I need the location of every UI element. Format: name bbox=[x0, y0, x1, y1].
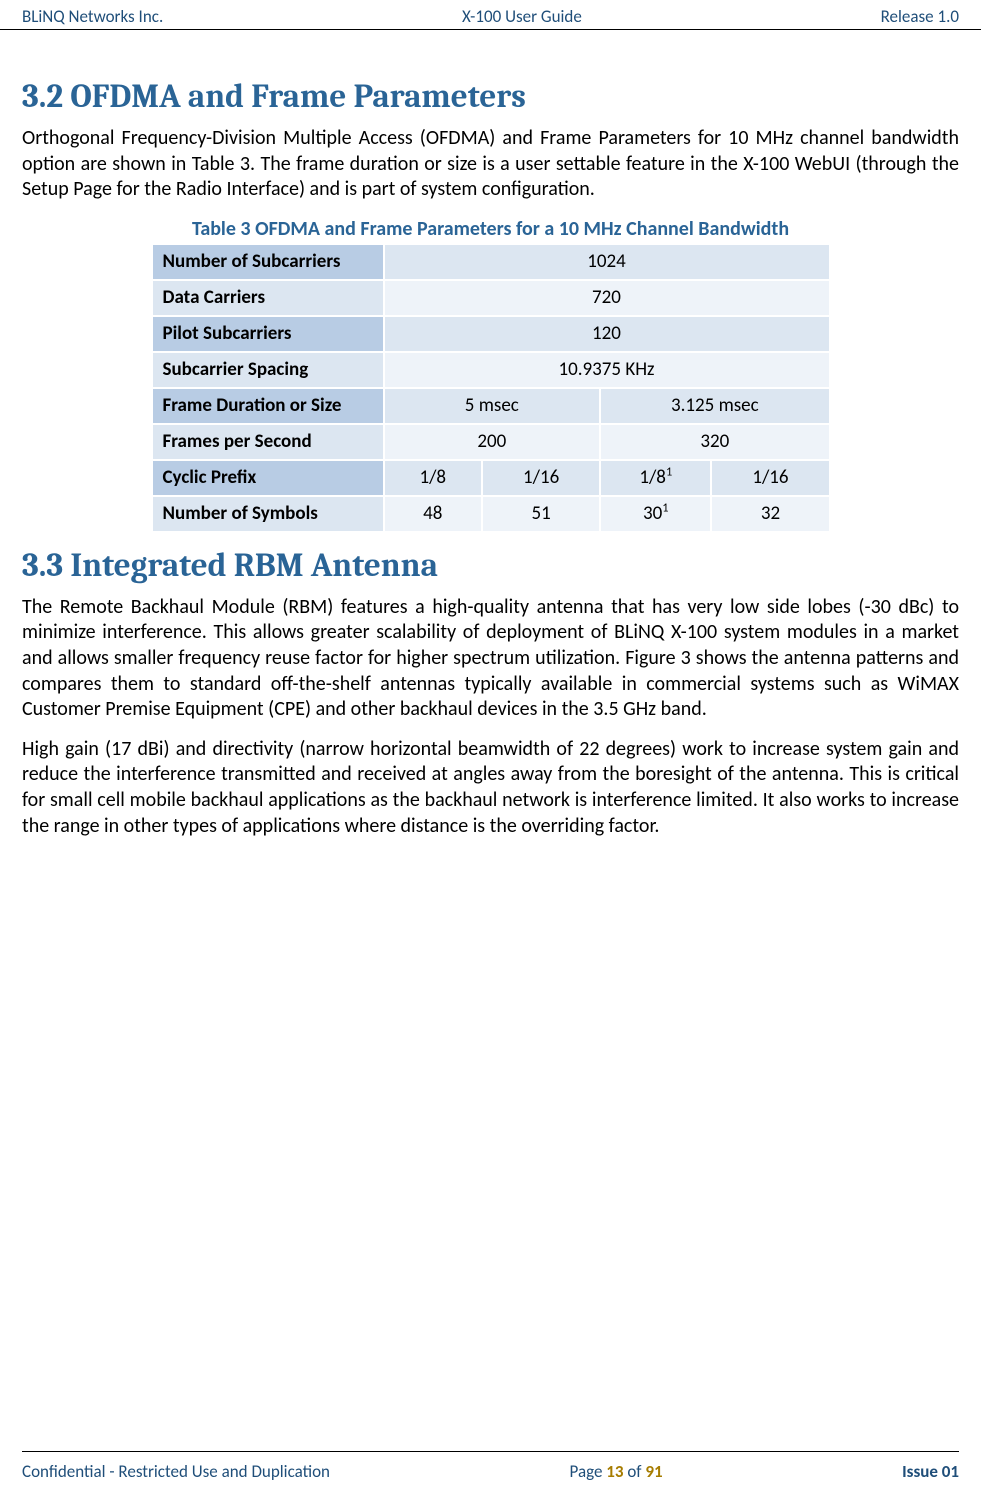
row-value: 301 bbox=[600, 496, 711, 532]
cell-base: 30 bbox=[643, 502, 662, 525]
row-value: 720 bbox=[384, 280, 830, 316]
row-value: 120 bbox=[384, 316, 830, 352]
row-label: Frame Duration or Size bbox=[152, 388, 384, 424]
table-row: Frames per Second 200 320 bbox=[152, 424, 830, 460]
table-row: Subcarrier Spacing 10.9375 KHz bbox=[152, 352, 830, 388]
section-3-2-paragraph: Orthogonal Frequency-Division Multiple A… bbox=[22, 126, 959, 203]
cell-base: 1/8 bbox=[639, 466, 666, 489]
row-value: 5 msec bbox=[384, 388, 601, 424]
table-row: Cyclic Prefix 1/8 1/16 1/81 1/16 bbox=[152, 460, 830, 496]
row-value: 1/8 bbox=[384, 460, 483, 496]
row-value: 200 bbox=[384, 424, 601, 460]
row-value: 1/81 bbox=[600, 460, 711, 496]
row-value: 10.9375 KHz bbox=[384, 352, 830, 388]
table-row: Pilot Subcarriers 120 bbox=[152, 316, 830, 352]
footer-right: Issue 01 bbox=[902, 1461, 959, 1482]
row-value: 3.125 msec bbox=[600, 388, 829, 424]
row-value: 320 bbox=[600, 424, 829, 460]
page-header: BLiNQ Networks Inc. X-100 User Guide Rel… bbox=[0, 0, 981, 30]
row-value: 1/16 bbox=[711, 460, 829, 496]
footer-left: Confidential - Restricted Use and Duplic… bbox=[22, 1461, 330, 1482]
row-value: 32 bbox=[711, 496, 829, 532]
section-3-3-paragraph-1: The Remote Backhaul Module (RBM) feature… bbox=[22, 595, 959, 723]
table-row: Data Carriers 720 bbox=[152, 280, 830, 316]
footer-page-total: 91 bbox=[645, 1461, 662, 1482]
row-label: Frames per Second bbox=[152, 424, 384, 460]
row-label: Subcarrier Spacing bbox=[152, 352, 384, 388]
row-label: Cyclic Prefix bbox=[152, 460, 384, 496]
header-center: X-100 User Guide bbox=[462, 6, 582, 27]
content-area: 3.2 OFDMA and Frame Parameters Orthogona… bbox=[22, 64, 959, 853]
footer-page-number: 13 bbox=[606, 1461, 623, 1482]
section-3-2-heading: 3.2 OFDMA and Frame Parameters bbox=[22, 78, 959, 116]
table-row: Number of Symbols 48 51 301 32 bbox=[152, 496, 830, 532]
row-label: Pilot Subcarriers bbox=[152, 316, 384, 352]
row-value: 51 bbox=[482, 496, 600, 532]
footer-center: Page 13 of 91 bbox=[570, 1461, 663, 1482]
header-right: Release 1.0 bbox=[881, 6, 959, 27]
cell-superscript: 1 bbox=[662, 501, 668, 516]
table-3-caption: Table 3 OFDMA and Frame Parameters for a… bbox=[22, 217, 959, 241]
row-label: Number of Symbols bbox=[152, 496, 384, 532]
row-label: Number of Subcarriers bbox=[152, 244, 384, 280]
section-3-3-heading: 3.3 Integrated RBM Antenna bbox=[22, 547, 959, 585]
section-3-3-paragraph-2: High gain (17 dBi) and directivity (narr… bbox=[22, 737, 959, 839]
row-value: 1024 bbox=[384, 244, 830, 280]
table-row: Number of Subcarriers 1024 bbox=[152, 244, 830, 280]
footer-page-pre: Page bbox=[570, 1461, 607, 1482]
row-label: Data Carriers bbox=[152, 280, 384, 316]
footer-page-mid: of bbox=[624, 1461, 646, 1482]
header-left: BLiNQ Networks Inc. bbox=[22, 6, 163, 27]
footer-rule bbox=[22, 1451, 959, 1452]
row-value: 48 bbox=[384, 496, 483, 532]
table-row: Frame Duration or Size 5 msec 3.125 msec bbox=[152, 388, 830, 424]
ofdma-table: Number of Subcarriers 1024 Data Carriers… bbox=[151, 243, 831, 533]
cell-superscript: 1 bbox=[666, 465, 672, 480]
row-value: 1/16 bbox=[482, 460, 600, 496]
page-footer: Confidential - Restricted Use and Duplic… bbox=[22, 1461, 959, 1482]
